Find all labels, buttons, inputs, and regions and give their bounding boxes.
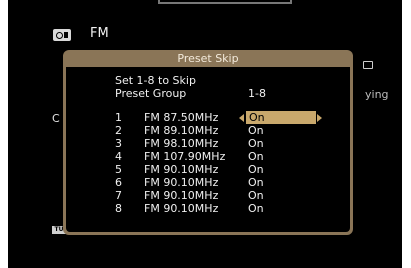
background-status-text: ying — [365, 88, 389, 101]
preset-frequency: FM 90.10MHz — [144, 163, 219, 176]
preset-number: 2 — [115, 124, 122, 137]
preset-row-8[interactable]: 8 FM 90.10MHz On — [66, 202, 350, 215]
preset-frequency: FM 107.90MHz — [144, 150, 226, 163]
preset-value: On — [248, 150, 264, 163]
dialog-body: Set 1-8 to Skip Preset Group 1-8 1 FM 87… — [66, 67, 350, 232]
source-label: FM — [90, 26, 109, 41]
preset-number: 8 — [115, 202, 122, 215]
preset-frequency: FM 90.10MHz — [144, 176, 219, 189]
preset-row-3[interactable]: 3 FM 98.10MHz On — [66, 137, 350, 150]
preset-row-2[interactable]: 2 FM 89.10MHz On — [66, 124, 350, 137]
preset-value: On — [249, 111, 265, 124]
set-skip-label: Set 1-8 to Skip — [115, 74, 196, 87]
preset-group-label: Preset Group — [115, 87, 187, 100]
preset-row-6[interactable]: 6 FM 90.10MHz On — [66, 176, 350, 189]
preset-value: On — [248, 163, 264, 176]
preset-number: 7 — [115, 189, 122, 202]
preset-row-4[interactable]: 4 FM 107.90MHz On — [66, 150, 350, 163]
dialog-title: Preset Skip — [177, 52, 239, 65]
preset-frequency: FM 87.50MHz — [144, 111, 219, 124]
preset-value: On — [248, 176, 264, 189]
preset-frequency: FM 98.10MHz — [144, 137, 219, 150]
preset-number: 1 — [115, 111, 122, 124]
status-icon — [363, 61, 373, 69]
preset-value: On — [248, 137, 264, 150]
preset-number: 5 — [115, 163, 122, 176]
preset-row-5[interactable]: 5 FM 90.10MHz On — [66, 163, 350, 176]
preset-number: 6 — [115, 176, 122, 189]
preset-frequency: FM 90.10MHz — [144, 189, 219, 202]
preset-frequency: FM 90.10MHz — [144, 202, 219, 215]
top-bracket — [158, 0, 292, 4]
preset-number: 4 — [115, 150, 122, 163]
preset-row-1[interactable]: 1 FM 87.50MHz On — [66, 111, 350, 124]
preset-value: On — [248, 124, 264, 137]
preset-group-value[interactable]: 1-8 — [248, 87, 266, 100]
preset-frequency: FM 89.10MHz — [144, 124, 219, 137]
background-left-text: C — [52, 112, 60, 125]
preset-number: 3 — [115, 137, 122, 150]
preset-skip-dialog: Preset Skip Set 1-8 to Skip Preset Group… — [63, 50, 353, 235]
preset-row-7[interactable]: 7 FM 90.10MHz On — [66, 189, 350, 202]
arrow-left-icon[interactable] — [239, 114, 244, 122]
preset-value: On — [248, 189, 264, 202]
preset-value-selector[interactable]: On — [239, 111, 323, 124]
preset-value: On — [248, 202, 264, 215]
radio-tuner-icon — [53, 29, 71, 41]
arrow-right-icon[interactable] — [317, 114, 322, 122]
